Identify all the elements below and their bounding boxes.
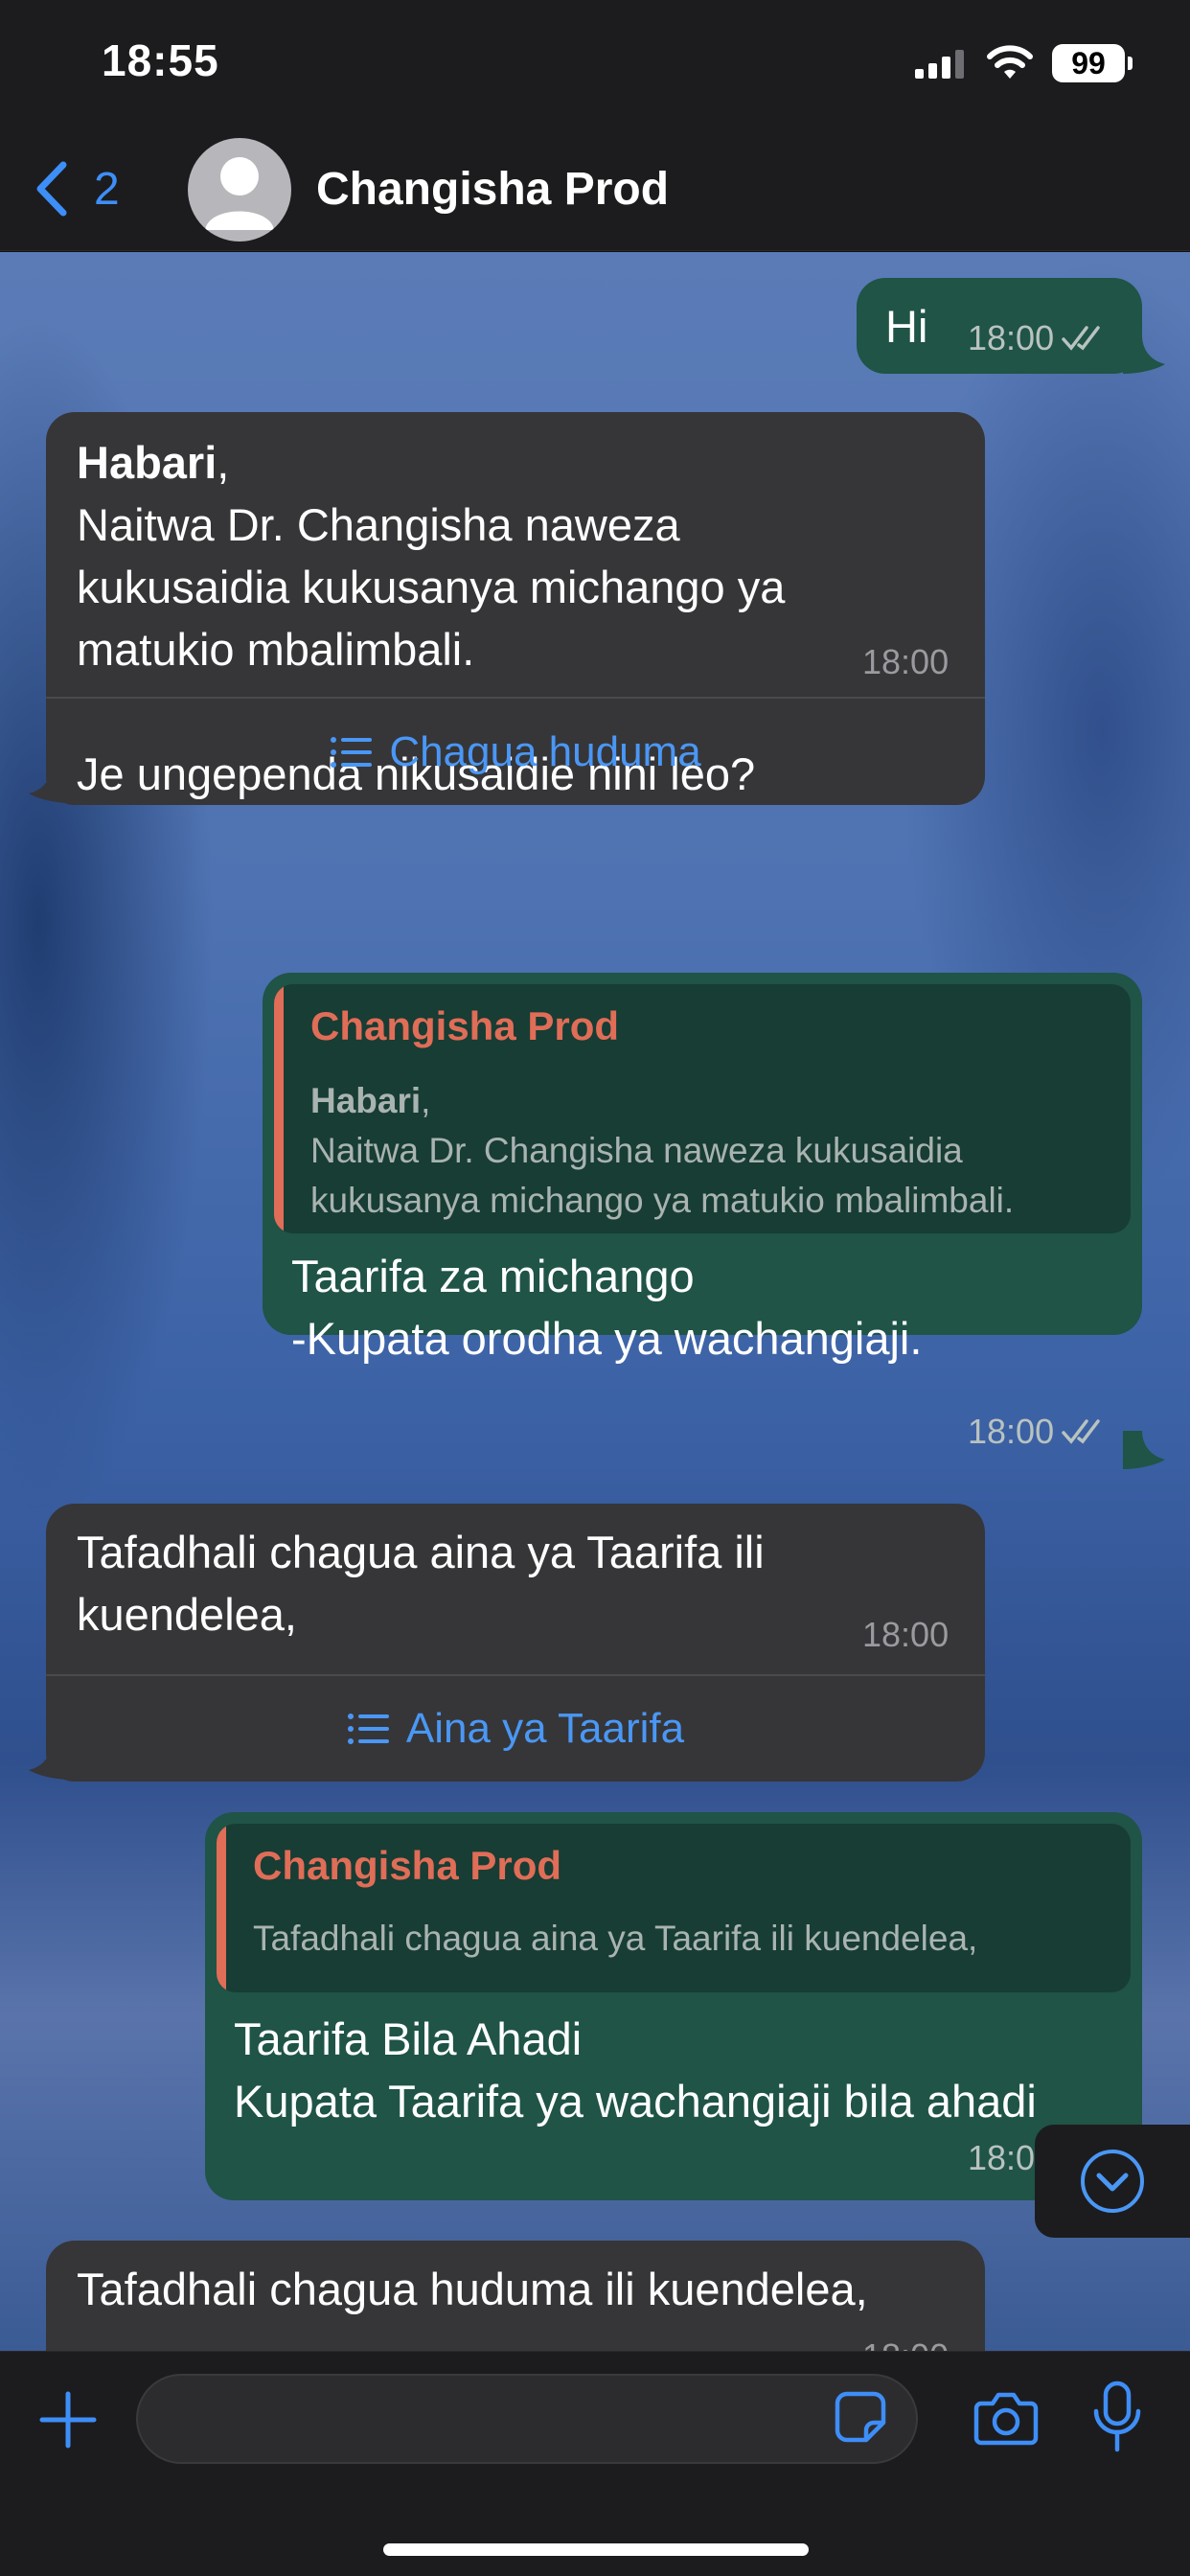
list-icon [347, 1714, 389, 1744]
message-incoming[interactable]: Tafadhali chagua huduma ili kuendelea, 1… [46, 2241, 985, 2351]
quote-sender: Changisha Prod [310, 1003, 620, 1048]
double-check-icon [1062, 1419, 1100, 1444]
quote-text: Tafadhali chagua aina ya Taarifa ili kue… [253, 1919, 978, 1958]
message-line: Naitwa Dr. Changisha naweza [77, 499, 680, 550]
message-time: 18:00 [862, 642, 950, 681]
action-label: Chagua huduma [389, 727, 701, 775]
message-time: 18:00 [968, 318, 1055, 357]
message-incoming[interactable]: Habari, Naitwa Dr. Changisha naweza kuku… [46, 412, 985, 805]
composer-bar [0, 2351, 1190, 2576]
scroll-to-bottom-button[interactable] [1035, 2125, 1190, 2238]
bubble-tail [29, 765, 71, 803]
choose-service-button[interactable]: Chagua huduma [46, 699, 985, 805]
message-line: Kupata Taarifa ya wachangiaji bila ahadi [234, 2076, 1037, 2127]
message-line: Taarifa Bila Ahadi [234, 2013, 583, 2064]
info-type-button[interactable]: Aina ya Taarifa [46, 1676, 985, 1782]
bubble-tail [1123, 335, 1165, 374]
avatar[interactable] [188, 138, 291, 242]
message-meta: 18:00 [968, 1412, 1110, 1452]
chat-title[interactable]: Changisha Prod [316, 163, 669, 216]
chevron-down-circle-icon [1081, 2150, 1144, 2213]
message-text: Hi [885, 301, 928, 352]
unread-count: 2 [94, 163, 120, 215]
message-line: Tafadhali chagua aina ya Taarifa ili [77, 1527, 765, 1577]
quoted-message[interactable]: Changisha Prod Tafadhali chagua aina ya … [217, 1824, 1131, 1992]
sticker-icon[interactable] [834, 2390, 887, 2444]
message-text: Tafadhali chagua huduma ili kuendelea, [77, 2264, 868, 2314]
chat-area[interactable]: Hi 18:00 Habari, Naitwa Dr. Changisha na… [0, 252, 1190, 2351]
wifi-icon [987, 45, 1033, 79]
bubble-tail [29, 1741, 71, 1780]
battery-indicator: 99 [1052, 44, 1133, 82]
signal-icon [915, 50, 964, 79]
top-bar: 18:55 99 2 Changisha Prod [0, 0, 1190, 251]
greeting-text: Habari [77, 437, 217, 488]
message-line: kuendelea, [77, 1589, 297, 1640]
double-check-icon [1062, 326, 1100, 351]
quote-bar [217, 1824, 226, 1992]
plus-icon[interactable] [38, 2390, 98, 2450]
message-time: 18:00 [862, 1615, 950, 1654]
message-line: kukusaidia kukusanya michango ya [77, 562, 786, 612]
quoted-message[interactable]: Changisha Prod Habari, Naitwa Dr. Changi… [274, 984, 1131, 1233]
message-text: Tafadhali chagua aina ya Taarifa ili kue… [77, 1521, 765, 1645]
message-line: Taarifa za michango [291, 1251, 695, 1301]
message-line: matukio mbalimbali. [77, 624, 475, 675]
message-meta: 18:00 [968, 318, 1110, 358]
message-time: 18:00 [968, 1412, 1055, 1451]
message-incoming[interactable]: Tafadhali chagua aina ya Taarifa ili kue… [46, 1504, 985, 1782]
mic-icon[interactable] [1092, 2380, 1142, 2453]
message-outgoing[interactable]: Changisha Prod Tafadhali chagua aina ya … [205, 1812, 1142, 2200]
message-outgoing[interactable]: Changisha Prod Habari, Naitwa Dr. Changi… [263, 973, 1142, 1364]
avatar-icon [205, 157, 274, 230]
back-button[interactable]: 2 [33, 155, 120, 222]
message-text: Taarifa za michango -Kupata orodha ya wa… [291, 1245, 922, 1369]
message-time: 18:00 [862, 2336, 949, 2351]
message-line: -Kupata orodha ya wachangiaji. [291, 1313, 923, 1364]
action-label: Aina ya Taarifa [405, 1705, 685, 1752]
quote-bar [274, 984, 284, 1233]
status-time: 18:55 [102, 35, 219, 85]
message-outgoing[interactable]: Hi 18:00 [857, 278, 1142, 374]
list-icon [331, 736, 373, 768]
quote-text: Habari, Naitwa Dr. Changisha naweza kuku… [310, 1081, 1015, 1220]
quote-sender: Changisha Prod [253, 1843, 562, 1888]
message-text: Taarifa Bila Ahadi Kupata Taarifa ya wac… [234, 2008, 1037, 2132]
chevron-left-icon [36, 161, 67, 217]
bubble-tail [1123, 1431, 1165, 1469]
home-indicator [383, 2543, 809, 2556]
camera-icon[interactable] [973, 2390, 1039, 2446]
message-input[interactable] [136, 2374, 918, 2464]
